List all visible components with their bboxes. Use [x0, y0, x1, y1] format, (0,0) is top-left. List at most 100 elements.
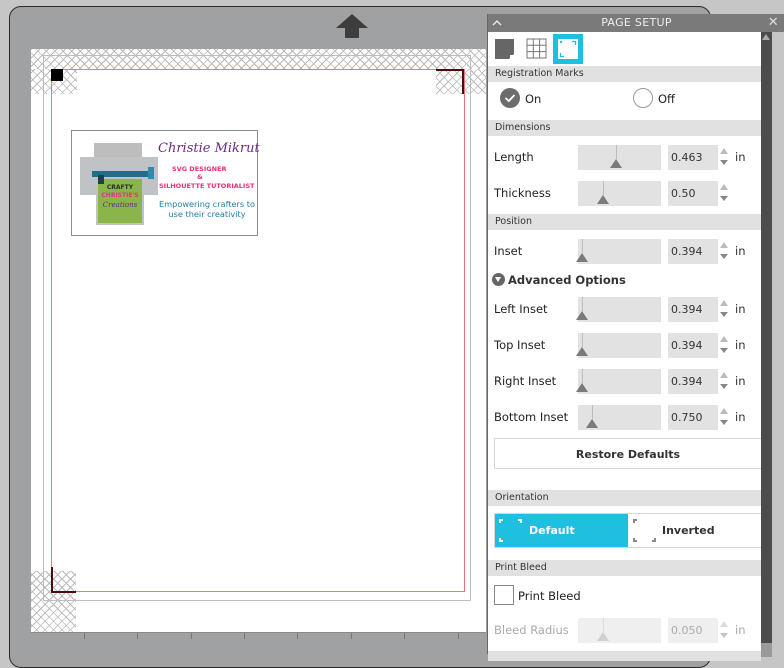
length-input[interactable] [668, 145, 718, 170]
inset-label: Inset [494, 244, 523, 258]
right-inset-stepper[interactable] [720, 369, 728, 393]
panel-tabs [488, 32, 761, 68]
slider-thumb[interactable] [576, 311, 588, 320]
card-ampersand: & [197, 173, 203, 181]
registration-mark-bottom-left [51, 567, 76, 593]
top-inset-input[interactable] [668, 333, 718, 358]
orientation-default-option[interactable]: Default [495, 514, 628, 547]
right-inset-label: Right Inset [494, 374, 557, 388]
radio-label-on[interactable]: On [525, 92, 541, 106]
section-header-cutoff [488, 651, 761, 661]
slider-thumb[interactable] [576, 383, 588, 392]
close-icon[interactable]: ✕ [768, 14, 779, 32]
right-inset-slider[interactable] [576, 369, 661, 394]
length-unit: in [735, 150, 746, 164]
bottom-inset-stepper[interactable] [720, 405, 728, 429]
top-inset-slider[interactable] [576, 333, 661, 358]
section-header-orientation: Orientation [488, 490, 761, 506]
panel-edge [772, 32, 784, 657]
card-name: Christie Mikrut [158, 141, 260, 156]
paper-text-crafty: CRAFTY [106, 184, 134, 191]
right-inset-unit: in [735, 374, 746, 388]
thickness-stepper[interactable] [720, 181, 728, 205]
page-setup-panel: PAGE SETUP ✕ Registration Marks On Off D… [487, 14, 784, 661]
slider-thumb[interactable] [597, 195, 609, 204]
panel-scrollbar[interactable] [761, 32, 772, 657]
print-bleed-label[interactable]: Print Bleed [518, 589, 581, 603]
panel-title: PAGE SETUP [601, 16, 672, 29]
registration-inverted-icon [633, 519, 656, 542]
slider-thumb[interactable] [576, 253, 588, 262]
paper-text-creations: Creations [102, 201, 138, 209]
right-inset-input[interactable] [668, 369, 718, 394]
bleed-radius-stepper[interactable] [720, 618, 728, 642]
inset-unit: in [735, 244, 746, 258]
top-inset-unit: in [735, 338, 746, 352]
registration-default-icon [499, 519, 522, 542]
orientation-toggle: Default Inverted [494, 513, 762, 548]
orientation-inverted-label: Inverted [662, 524, 715, 537]
advanced-options-toggle[interactable]: Advanced Options [492, 273, 626, 287]
tab-registration-marks[interactable] [553, 34, 583, 64]
restore-defaults-button[interactable]: Restore Defaults [494, 438, 762, 469]
mat-ruler [31, 632, 486, 644]
bleed-radius-slider[interactable] [578, 618, 661, 643]
radio-label-off[interactable]: Off [658, 92, 675, 106]
slider-thumb[interactable] [610, 159, 622, 168]
left-inset-stepper[interactable] [720, 297, 728, 321]
thickness-slider[interactable] [578, 181, 661, 206]
bleed-radius-label: Bleed Radius [494, 623, 569, 637]
length-stepper[interactable] [720, 145, 728, 169]
orientation-inverted-option[interactable]: Inverted [628, 514, 761, 547]
panel-titlebar[interactable]: PAGE SETUP ✕ [488, 14, 784, 32]
inset-input[interactable] [668, 239, 718, 264]
length-label: Length [494, 150, 534, 164]
section-header-print-bleed: Print Bleed [488, 560, 761, 576]
section-header-registration-marks: Registration Marks [488, 66, 761, 82]
chevron-down-circle-icon [492, 273, 505, 286]
registration-on-off-group: On Off [488, 82, 761, 116]
section-header-position: Position [488, 214, 761, 230]
orientation-default-label: Default [529, 524, 575, 537]
tab-grid[interactable] [522, 34, 552, 64]
radio-registration-on[interactable] [500, 88, 520, 108]
paper-text-christies: CHRISTIE'S [101, 192, 139, 199]
registration-marks-icon [558, 39, 578, 59]
top-inset-stepper[interactable] [720, 333, 728, 357]
card-subtitle-1: SVG DESIGNER [172, 165, 227, 173]
left-inset-label: Left Inset [494, 302, 548, 316]
slider-thumb[interactable] [597, 632, 609, 641]
thickness-label: Thickness [494, 186, 551, 200]
printer-illustration-top [94, 143, 142, 157]
registration-mark-top-right [436, 69, 464, 94]
bottom-inset-unit: in [735, 410, 746, 424]
card-tagline: Empowering crafters to use their creativ… [158, 199, 256, 219]
bleed-radius-input[interactable] [668, 618, 718, 643]
feed-direction-arrow-icon [336, 14, 368, 38]
inset-slider[interactable] [576, 239, 661, 264]
print-bleed-checkbox[interactable] [494, 585, 514, 605]
section-header-dimensions: Dimensions [488, 120, 761, 136]
top-inset-label: Top Inset [494, 338, 546, 352]
slider-thumb[interactable] [576, 347, 588, 356]
left-inset-input[interactable] [668, 297, 718, 322]
left-inset-slider[interactable] [576, 297, 661, 322]
bottom-inset-label: Bottom Inset [494, 410, 569, 424]
printer-button [148, 167, 154, 179]
length-slider[interactable] [578, 145, 661, 170]
inset-stepper[interactable] [720, 239, 728, 263]
business-card-design[interactable]: CRAFTY CHRISTIE'S Creations Christie Mik… [71, 130, 260, 236]
scroll-up-arrow-icon[interactable] [762, 34, 770, 40]
bottom-inset-slider[interactable] [578, 405, 661, 430]
slider-thumb[interactable] [586, 419, 598, 428]
bookmark-ribbon [98, 175, 104, 184]
registration-mark-square [51, 69, 63, 81]
design-page[interactable]: CRAFTY CHRISTIE'S Creations Christie Mik… [31, 49, 486, 632]
left-inset-unit: in [735, 302, 746, 316]
thickness-input[interactable] [668, 181, 718, 206]
checkmark-icon [504, 94, 516, 103]
scrollbar-thumb[interactable] [761, 643, 772, 657]
radio-registration-off[interactable] [633, 88, 653, 108]
tab-media[interactable] [491, 34, 521, 64]
bottom-inset-input[interactable] [668, 405, 718, 430]
